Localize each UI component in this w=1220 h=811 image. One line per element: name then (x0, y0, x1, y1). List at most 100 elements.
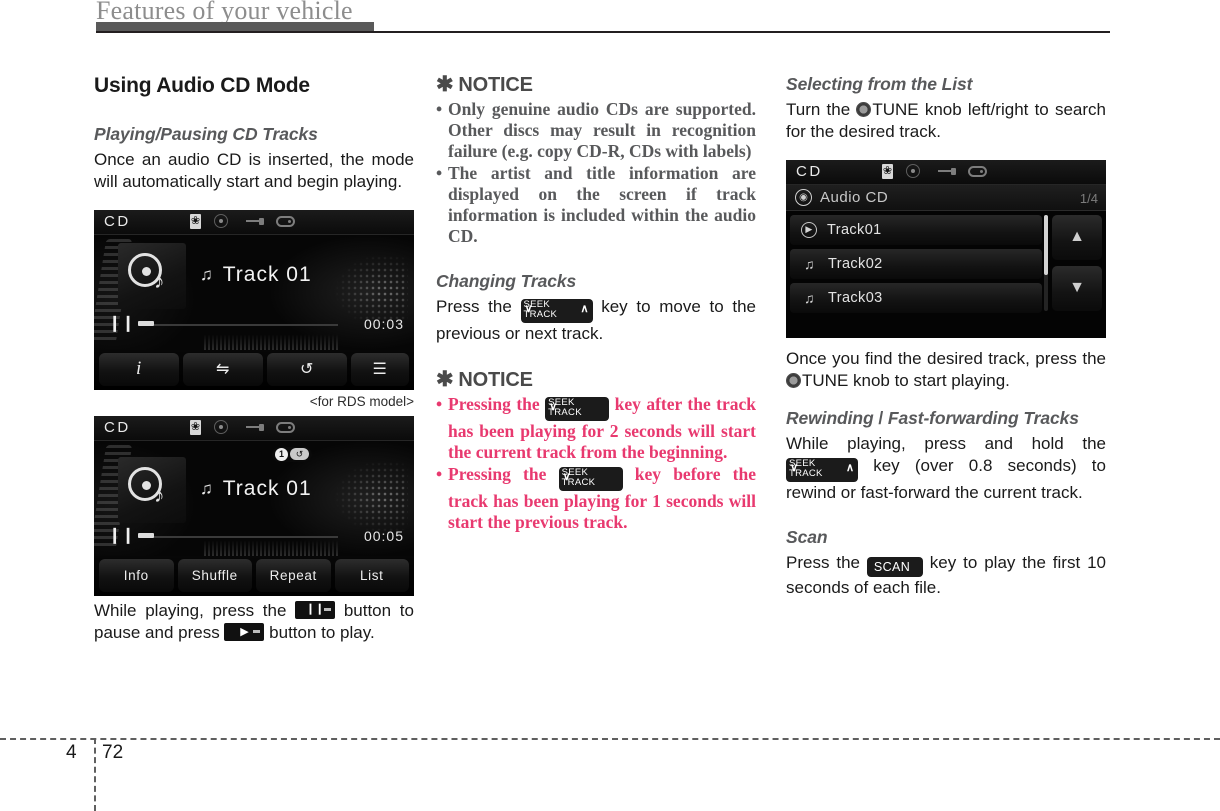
list-item[interactable]: ▶ Track01 (790, 214, 1042, 245)
disc-icon (214, 420, 228, 435)
notice-heading-text: NOTICE (458, 369, 533, 392)
tune-knob-icon (856, 102, 872, 117)
list-text-part-1: Turn the (786, 100, 851, 119)
status-icon-group: ❀ (190, 419, 295, 435)
chevron-down-icon: ∨ (790, 462, 799, 475)
elapsed-time: 00:05 (363, 527, 404, 544)
shuffle-button[interactable]: Shuffle (177, 558, 252, 592)
shuffle-icon-button[interactable]: ⇋ (183, 352, 263, 386)
notice-heading-1: ✱ NOTICE (436, 74, 756, 97)
music-note-icon: ♫ (804, 289, 815, 306)
paragraph-pause-play: While playing, press the ❙❙ button to pa… (94, 600, 414, 645)
track-list: ▶ Track01 ♫ Track02 ♫ Track03 (790, 214, 1042, 317)
tune-text-part-1: Once you find the desired track, press t… (786, 348, 1106, 368)
notice-star-icon: ✱ (436, 368, 454, 392)
cd-player-screenshot-1: CD ❀ ♪ ♫ Track 01 ❙❙ 00:03 i ⇋ ↺ ☰ (94, 209, 414, 390)
list-source-title: Audio CD (820, 188, 889, 206)
paragraph-selecting-list: Turn the TUNE knob left/right to search … (786, 99, 1106, 144)
aux-icon (276, 215, 295, 227)
cd-status-bar: CD ❀ (786, 159, 1106, 185)
scroll-down-button[interactable]: ▼ (1052, 265, 1102, 311)
aux-icon (276, 421, 295, 433)
album-art: ♪ (118, 456, 186, 523)
transport-bar: ❙❙ 00:03 (108, 315, 404, 334)
cd-status-bar: CD ❀ (94, 415, 414, 441)
repeat-button[interactable]: Repeat (256, 558, 331, 592)
pause-icon[interactable]: ❙❙ (108, 315, 135, 332)
cd-mode-label: CD (104, 418, 131, 436)
scan-key-icon: SCAN (866, 556, 923, 577)
audio-cd-icon: ◉ (795, 188, 812, 206)
list-body: ▶ Track01 ♫ Track02 ♫ Track03 ▲ ▼ (786, 210, 1106, 338)
notice-item-text-a: Pressing the (448, 394, 540, 415)
column-middle: ✱ NOTICE Only genuine audio CDs are supp… (436, 74, 756, 534)
caption-rds-model: <for RDS model> (309, 393, 414, 409)
progress-handle[interactable] (138, 532, 154, 538)
bluetooth-icon: ❀ (190, 419, 201, 435)
disc-icon (906, 164, 920, 179)
music-note-art-icon: ♪ (154, 269, 165, 293)
disc-icon (214, 214, 228, 229)
subheading-scan: Scan (786, 526, 828, 547)
scan-text-part-1: Press the (786, 552, 860, 572)
pause-icon[interactable]: ❙❙ (108, 527, 135, 544)
subheading-playing-pausing: Playing/Pausing CD Tracks (94, 124, 318, 144)
list-item[interactable]: ♫ Track03 (790, 282, 1042, 313)
paragraph-changing-tracks: Press the ∨ SEEK TRACK ∧ key to move to … (436, 296, 756, 345)
repeat-one-badge: 1 ↺ (272, 446, 312, 462)
pause-text-part-3: button to play. (269, 622, 375, 642)
list-item-label: Track01 (827, 221, 882, 238)
rewinding-label: Rewinding (786, 408, 874, 429)
paragraph-scan: Press the SCAN key to play the first 10 … (786, 552, 1106, 599)
manual-page: Features of your vehicle Using Audio CD … (0, 0, 1220, 811)
usb-icon (246, 422, 264, 433)
footer-rule (0, 738, 1220, 740)
progress-track[interactable] (138, 323, 338, 326)
progress-handle[interactable] (138, 320, 154, 326)
pause-key-icon: ❙❙ (295, 600, 336, 619)
repeat-icon-button[interactable]: ↺ (267, 352, 347, 386)
subheading-rewinding: Rewinding / Fast-forwarding Tracks (786, 408, 1106, 429)
chevron-down-icon: ∨ (549, 401, 558, 414)
list-button[interactable]: List (334, 558, 409, 592)
elapsed-time: 00:03 (363, 315, 404, 332)
transport-bar: ❙❙ 00:05 (108, 527, 404, 546)
scrollbar[interactable] (1044, 214, 1048, 311)
progress-track[interactable] (138, 535, 338, 538)
play-icon: ▶ (801, 221, 817, 238)
chevron-up-icon: ∧ (845, 462, 854, 475)
footer-vertical-rule (94, 738, 96, 811)
notice-item: The artist and title information are dis… (436, 163, 756, 247)
scroll-up-button[interactable]: ▲ (1052, 214, 1102, 260)
track-title: Track 01 (222, 476, 312, 500)
cd-player-screenshot-2: CD ❀ 1 ↺ ♪ ♫ Track 01 ❙❙ 00:05 Info Shuf… (94, 415, 414, 596)
list-icon-button[interactable]: ☰ (351, 352, 409, 386)
chapter-number: 4 (66, 742, 77, 763)
decorative-equalizer (204, 333, 339, 350)
notice-heading-2: ✱ NOTICE (436, 369, 756, 392)
list-item[interactable]: ♫ Track02 (790, 248, 1042, 279)
notice-heading-text: NOTICE (458, 74, 533, 96)
pause-text-part-1: While playing, press the (94, 600, 287, 620)
cd-mode-label: CD (796, 162, 823, 180)
track-title-row: ♫ Track 01 (200, 477, 312, 501)
info-icon-button[interactable]: i (99, 352, 179, 386)
list-item-label: Track02 (828, 255, 883, 272)
scroll-arrow-group: ▲ ▼ (1052, 214, 1102, 317)
usb-icon (246, 216, 264, 227)
tune-knob-icon (786, 372, 801, 388)
cd-button-row: i ⇋ ↺ ☰ (94, 349, 414, 390)
notice-list-1: Only genuine audio CDs are supported. Ot… (436, 99, 756, 247)
track-title-row: ♫ Track 01 (200, 263, 312, 287)
list-item-label: Track03 (828, 289, 883, 306)
section-title: Using Audio CD Mode (94, 74, 310, 97)
notice-item: Pressing the ∨ SEEK TRACK key after the … (436, 394, 756, 463)
notice-item-text-a: Pressing the (448, 464, 547, 485)
repeat-badge-icon: ↺ (290, 448, 309, 461)
list-page-indicator: 1/4 (1079, 190, 1098, 206)
tune-text-part-2: TUNE knob to start playing. (802, 370, 1010, 390)
play-key-icon: ▶ (224, 622, 265, 641)
rewind-text-part-1: While playing, press and hold the (786, 434, 1106, 454)
info-button[interactable]: Info (99, 558, 174, 592)
chevron-down-icon: ∨ (524, 303, 533, 315)
